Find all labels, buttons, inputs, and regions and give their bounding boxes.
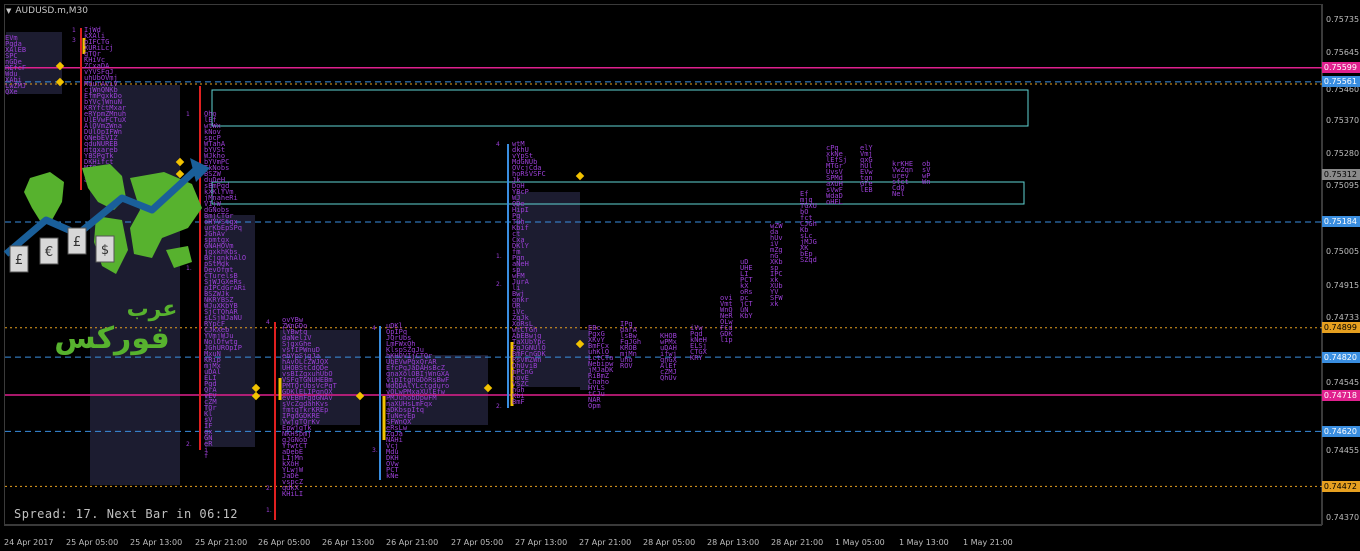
tpo-row: SZqd xyxy=(800,256,817,264)
tpo-row: Wn xyxy=(922,178,930,186)
time-axis-label: 24 Apr 2017 xyxy=(4,538,54,547)
tpo-profile: elYVmjqxGhUlEVwtgnGrelEB xyxy=(860,144,873,194)
level-digit-11: 4 xyxy=(496,141,500,148)
price-axis-label: 0.75370 xyxy=(1326,116,1360,125)
price-axis-label: 0.74545 xyxy=(1326,378,1360,387)
time-axis-label: 26 Apr 21:00 xyxy=(386,538,439,547)
tpo-profile: iVwPqdkNeHELSjCTGXKRY xyxy=(690,324,708,362)
level-digit-2: 1 xyxy=(186,111,190,118)
tpo-row: ROV xyxy=(620,362,633,370)
price-axis-label: 0.74915 xyxy=(1326,281,1360,290)
tpo-row: KRY xyxy=(690,354,703,362)
price-tag: 0.75599 xyxy=(1322,62,1360,74)
level-digit-13: 2. xyxy=(496,281,502,288)
time-axis-label: 1 May 21:00 xyxy=(963,538,1013,547)
time-axis-label: 28 Apr 21:00 xyxy=(771,538,824,547)
svg-text:عرب: عرب xyxy=(127,297,178,322)
arabfx-logo: £ € £ $ عرب فوركس xyxy=(2,158,212,358)
level-digit-7: 2. xyxy=(266,485,272,492)
price-axis-label: 0.75645 xyxy=(1326,48,1360,57)
time-axis-label: 1 May 13:00 xyxy=(899,538,949,547)
tpo-profile: wZWdahUviVmZgnGXKbspIPCxkXUbYVSFWxk xyxy=(770,222,783,308)
svg-text:فوركس: فوركس xyxy=(54,321,170,356)
price-tag: 0.75184 xyxy=(1322,216,1360,228)
price-axis-label: 0.75095 xyxy=(1326,181,1360,190)
tpo-profile: obsVwPWn xyxy=(922,160,931,186)
level-digit-9: 4 xyxy=(372,325,376,332)
price-tag: 0.74899 xyxy=(1322,322,1360,334)
tpo-row: KHiLI xyxy=(282,490,303,498)
price-tag: 0.75561 xyxy=(1322,76,1360,88)
price-tag: 0.74820 xyxy=(1322,351,1360,363)
tpo-row: QhUv xyxy=(660,374,677,382)
price-tag: 0.74718 xyxy=(1322,389,1360,401)
time-axis-label: 27 Apr 13:00 xyxy=(515,538,568,547)
time-axis-label: 25 Apr 21:00 xyxy=(195,538,248,547)
tpo-row: Opm xyxy=(588,402,601,410)
svg-text:€: € xyxy=(45,245,53,260)
price-tag: 0.74620 xyxy=(1322,425,1360,437)
tpo-row: BmF xyxy=(512,398,525,406)
tpo-profile: KHOBwPMxuDAHifwjqnGXAlEfcZMJQhUv xyxy=(660,332,678,382)
time-axis-label: 28 Apr 13:00 xyxy=(707,538,760,547)
time-axis-label: 26 Apr 05:00 xyxy=(258,538,311,547)
tpo-profile: krKHEVwZqnurevsfctCdQNel xyxy=(892,160,913,198)
price-axis-label: 0.75005 xyxy=(1326,247,1360,256)
time-axis-label: 27 Apr 21:00 xyxy=(579,538,632,547)
price-tag: 0.74472 xyxy=(1322,480,1360,492)
tpo-profile: uDUHELIPCTkXoRspcjCTuNKbY xyxy=(740,258,753,320)
svg-text:$: $ xyxy=(101,243,109,258)
tpo-profile: IPgdarAlsBwFqJGhKROBmjMnuhoROV xyxy=(620,320,641,370)
time-axis-label: 28 Apr 05:00 xyxy=(643,538,696,547)
price-tag: 0.75312 xyxy=(1322,168,1360,180)
tpo-profile: oviVmtWnQNeROLwFCdGDKlip xyxy=(720,294,733,344)
tpo-row: lip xyxy=(720,336,733,344)
price-axis-label: 0.75280 xyxy=(1326,149,1360,158)
tpo-row: QXe xyxy=(5,88,18,96)
tpo-row: KbY xyxy=(740,312,753,320)
time-axis-label: 26 Apr 13:00 xyxy=(322,538,375,547)
level-digit-1: 3 xyxy=(72,37,76,44)
time-axis-label: 25 Apr 13:00 xyxy=(130,538,183,547)
tpo-row: f xyxy=(204,452,208,460)
chart-window[interactable]: ▼ AUDUSD.m,M30 EVm Pqda XAlEB SPC nGDe REfcF W… xyxy=(0,0,1360,551)
tpo-row: oHEL xyxy=(826,198,843,206)
level-digit-5: 2. xyxy=(186,441,192,448)
tpo-profile: cPqxkNelEfSjMTGrUvsVSPMdaXUHsVwFWdaDoHEL xyxy=(826,144,847,206)
tpo-row: lEB xyxy=(860,186,873,194)
level-digit-0: 1 xyxy=(72,27,76,34)
tpo-row: xk xyxy=(770,300,779,308)
tpo-row: kNe xyxy=(386,472,399,480)
price-axis-label: 0.74370 xyxy=(1326,513,1360,522)
tpo-profile: EBcPgxGXKvYBmFCxuhKlOLctCTaNebipwjMJaDKR… xyxy=(588,324,614,410)
poc-diamond-8 xyxy=(575,171,585,181)
svg-text:£: £ xyxy=(15,253,23,268)
price-axis-label: 0.75735 xyxy=(1326,15,1360,24)
spread-status: Spread: 17. Next Bar in 06:12 xyxy=(14,507,239,521)
tpo-profile: EfmjqTGXUbOfctCJGhKbsLcjMJGXKbEpSZqd xyxy=(800,190,817,264)
tpo-row: Nel xyxy=(892,190,905,198)
resistance-zone-box xyxy=(211,89,1029,127)
level-digit-10: 3. xyxy=(372,447,378,454)
price-axis-label: 0.74455 xyxy=(1326,446,1360,455)
level-digit-12: 1. xyxy=(496,253,502,260)
time-axis-label: 25 Apr 05:00 xyxy=(66,538,119,547)
level-digit-14: 2. xyxy=(496,403,502,410)
svg-text:£: £ xyxy=(73,235,81,250)
time-axis-label: 1 May 05:00 xyxy=(835,538,885,547)
level-digit-6: 4 xyxy=(266,319,270,326)
level-digit-8: 1. xyxy=(266,507,272,514)
globe-arrow-logo-icon: £ € £ $ عرب فوركس xyxy=(3,158,210,356)
time-axis-label: 27 Apr 05:00 xyxy=(451,538,504,547)
